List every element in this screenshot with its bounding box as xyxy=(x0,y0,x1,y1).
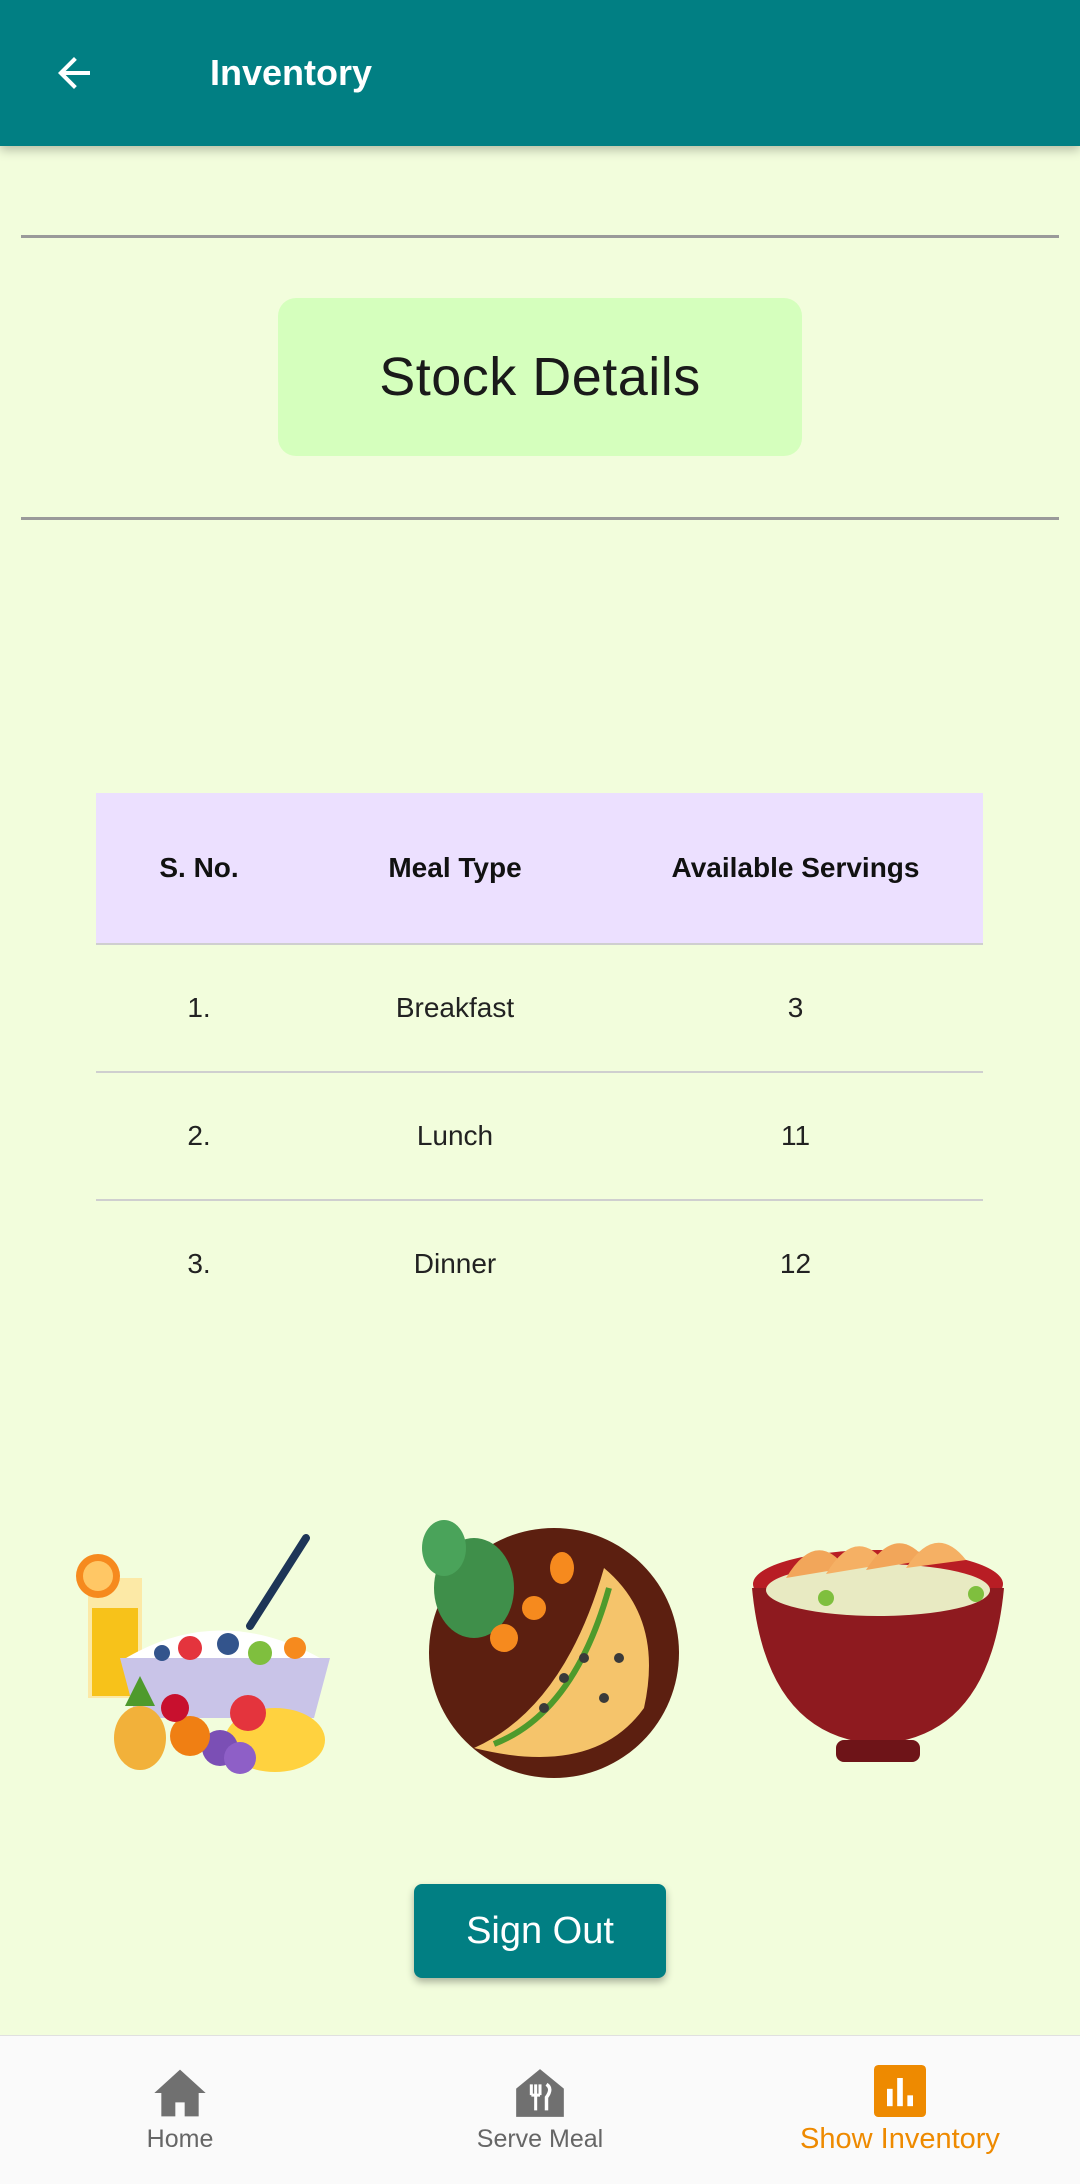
nav-home-label: Home xyxy=(146,2124,214,2153)
breakfast-illustration xyxy=(76,1534,330,1774)
nav-serve-meal[interactable]: Serve Meal xyxy=(360,2036,720,2184)
table-row: 1. Breakfast 3 xyxy=(96,944,983,1073)
cell-meal-type: Lunch xyxy=(302,1072,608,1201)
cell-sno: 1. xyxy=(96,944,302,1073)
nav-serve-meal-label: Serve Meal xyxy=(476,2124,604,2153)
table-header-row: S. No. Meal Type Available Servings xyxy=(96,793,983,945)
inventory-table: S. No. Meal Type Available Servings 1. B… xyxy=(96,793,983,1327)
header-sno: S. No. xyxy=(96,793,302,945)
header-meal-type: Meal Type xyxy=(302,793,608,945)
table-row: 2. Lunch 11 xyxy=(96,1072,983,1201)
cell-meal-type: Dinner xyxy=(413,1248,497,1279)
page-title: Inventory xyxy=(210,52,373,93)
header-available-servings: Available Servings xyxy=(608,793,983,945)
cell-sno: 3. xyxy=(187,1248,211,1279)
nav-show-inventory[interactable]: Show Inventory xyxy=(720,2036,1080,2184)
lunch-illustration xyxy=(422,1520,679,1778)
serve-meal-icon xyxy=(516,2068,564,2117)
cell-meal-type: Breakfast xyxy=(302,944,608,1073)
cell-servings: 3 xyxy=(608,944,983,1073)
dinner-illustration xyxy=(752,1542,1004,1762)
inventory-chart-icon xyxy=(874,2064,926,2117)
stock-details-heading: Stock Details xyxy=(278,298,802,456)
bottom-divider xyxy=(21,517,1059,520)
nav-home[interactable]: Home xyxy=(0,2036,360,2184)
nav-show-inventory-label: Show Inventory xyxy=(800,2122,1000,2155)
arrow-back-icon xyxy=(58,57,90,89)
table-row: 3. Dinner 12 xyxy=(96,1200,983,1327)
bottom-navigation: Home Serve Meal Show Inventory xyxy=(0,2035,1080,2184)
top-divider xyxy=(21,235,1059,238)
sign-out-button[interactable]: Sign Out xyxy=(414,1884,666,1978)
home-icon xyxy=(154,2069,206,2116)
cell-servings: 12 xyxy=(779,1248,812,1279)
cell-sno: 2. xyxy=(96,1072,302,1201)
app-bar: Inventory xyxy=(0,0,1080,146)
back-button[interactable] xyxy=(44,40,104,106)
cell-servings: 11 xyxy=(608,1072,983,1201)
